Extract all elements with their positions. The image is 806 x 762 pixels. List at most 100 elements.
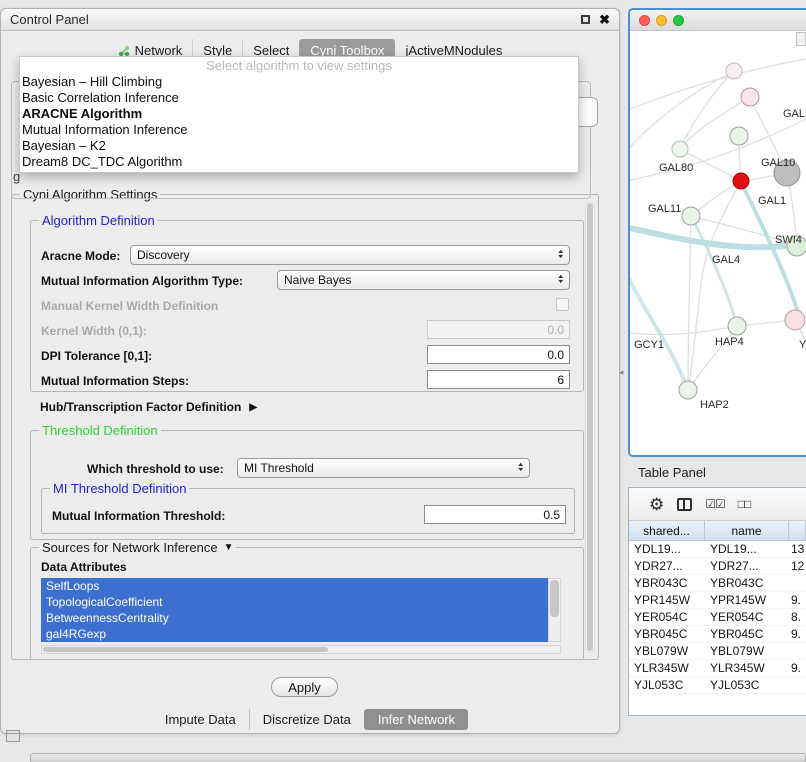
mi-threshold-field[interactable]: 0.5 — [424, 505, 566, 524]
table-row[interactable]: YBL079W YBL079W — [629, 643, 806, 660]
table-panel-title: Table Panel — [638, 465, 706, 480]
network-window-titlebar[interactable] — [630, 10, 806, 31]
mi-threshold-label: Mutual Information Threshold: — [52, 509, 225, 523]
node-label-gal10: GAL10 — [761, 157, 795, 169]
network-tab-icon — [118, 45, 130, 57]
data-attribute-item[interactable]: BetweennessCentrality — [41, 610, 548, 626]
network-canvas[interactable]: GAL GAL80 GAL10 GAL11 GAL1 SWI4 GAL4 GCY… — [630, 31, 806, 455]
bottom-panel-edge[interactable] — [30, 753, 806, 762]
combo-arrows-icon: ▲▼ — [558, 250, 563, 261]
table-toolbar: ⚙ ☑☑ □□ — [629, 488, 806, 521]
column-header-partial[interactable] — [789, 521, 806, 540]
threshold-definition-title: Threshold Definition — [39, 423, 161, 438]
zoom-traffic-light[interactable] — [673, 15, 684, 26]
node-label-hap2: HAP2 — [700, 399, 729, 411]
table-row[interactable]: YBR045C YBR045C 9. — [629, 626, 806, 643]
desktop: Control Panel ✖ Network Style Select Cyn… — [0, 0, 806, 762]
node-label-swi4: SWI4 — [775, 234, 802, 246]
apply-button[interactable]: Apply — [271, 677, 338, 697]
tab-impute-data[interactable]: Impute Data — [152, 709, 249, 730]
aracne-mode-label: Aracne Mode: — [41, 249, 120, 263]
close-traffic-light[interactable] — [639, 15, 650, 26]
attribute-list-vscrollbar[interactable] — [548, 578, 561, 642]
node-label-gal4: GAL4 — [712, 254, 740, 266]
network-node[interactable] — [728, 317, 746, 335]
network-node[interactable] — [741, 88, 759, 106]
kernel-width-label: Kernel Width (0,1): — [41, 324, 147, 338]
control-panel-window: Control Panel ✖ Network Style Select Cyn… — [0, 8, 620, 734]
node-label-partial: Y — [799, 339, 806, 351]
dropdown-placeholder: Select algorithm to view settings — [20, 57, 578, 74]
algorithm-definition-group: Algorithm Definition Aracne Mode: Discov… — [30, 220, 584, 392]
network-node[interactable] — [730, 127, 748, 145]
data-attributes-label: Data Attributes — [41, 560, 127, 574]
algorithm-option[interactable]: Bayesian – Hill Climbing — [20, 74, 578, 90]
aracne-mode-select[interactable]: Discovery ▲▼ — [130, 245, 570, 265]
column-header-name[interactable]: name — [705, 521, 789, 540]
algorithm-option[interactable]: Mutual Information Inference — [20, 122, 578, 138]
network-view-window: GAL GAL80 GAL10 GAL11 GAL1 SWI4 GAL4 GCY… — [628, 8, 806, 457]
select-all-checkboxes-icon[interactable]: ☑☑ — [705, 497, 725, 511]
algorithm-definition-title: Algorithm Definition — [39, 213, 158, 228]
collapsed-arrow-icon: ▶ — [249, 402, 257, 413]
splitter-collapse-icon[interactable]: ◂ — [619, 367, 624, 378]
dpi-tolerance-label: DPI Tolerance [0,1]: — [41, 349, 152, 363]
float-window-icon[interactable] — [581, 15, 590, 24]
mi-threshold-group-title: MI Threshold Definition — [50, 481, 189, 496]
expanded-arrow-icon: ▼ — [224, 542, 234, 553]
table-body: YDL19... YDL19... 13 YDR27... YDR27... 1… — [629, 541, 806, 694]
combo-arrows-icon: ▲▼ — [518, 463, 523, 474]
hub-definition-toggle[interactable]: Hub/Transcription Factor Definition ▶ — [40, 400, 257, 414]
threshold-definition-group: Threshold Definition Which threshold to … — [30, 430, 584, 540]
table-row[interactable]: YDR27... YDR27... 12 — [629, 558, 806, 575]
algorithm-option[interactable]: Basic Correlation Inference — [20, 90, 578, 106]
collapsed-panel-icon[interactable] — [6, 730, 20, 742]
kernel-width-field[interactable]: 0.0 — [427, 320, 570, 339]
network-node[interactable] — [785, 310, 805, 330]
data-attribute-item[interactable]: TopologicalCoefficient — [41, 594, 548, 610]
mi-steps-field[interactable]: 6 — [427, 370, 570, 389]
data-attribute-item[interactable]: SelfLoops — [41, 578, 548, 594]
manual-kernel-label: Manual Kernel Width Definition — [41, 299, 218, 313]
table-row[interactable]: YER054C YER054C 8. — [629, 609, 806, 626]
network-node-gal10[interactable] — [733, 173, 749, 189]
table-row[interactable]: YPR145W YPR145W 9. — [629, 592, 806, 609]
columns-icon[interactable] — [677, 498, 692, 511]
algorithm-option[interactable]: Dream8 DC_TDC Algorithm — [20, 154, 578, 170]
sources-group: Sources for Network Inference ▼ Data Att… — [30, 547, 584, 660]
algorithm-option[interactable]: Bayesian – K2 — [20, 138, 578, 154]
data-attribute-item[interactable]: gal4RGexp — [41, 626, 548, 642]
combo-arrows-icon: ▲▼ — [558, 275, 563, 286]
table-row[interactable]: YDL19... YDL19... 13 — [629, 541, 806, 558]
deselect-all-checkboxes-icon[interactable]: □□ — [738, 497, 751, 511]
minimize-traffic-light[interactable] — [656, 15, 667, 26]
manual-kernel-checkbox[interactable] — [556, 298, 569, 311]
algorithm-option[interactable]: ARACNE Algorithm — [20, 106, 578, 122]
canvas-scrollbar-corner[interactable] — [796, 32, 806, 46]
cyni-algorithm-settings-group: Cyni Algorithm Settings Algorithm Defini… — [11, 194, 599, 660]
node-label-gal1: GAL1 — [758, 195, 786, 207]
gear-icon[interactable]: ⚙ — [649, 496, 664, 513]
mi-type-select[interactable]: Naive Bayes ▲▼ — [277, 270, 570, 290]
settings-scrollbar[interactable] — [585, 201, 595, 653]
table-row[interactable]: YJL053C YJL053C — [629, 677, 806, 694]
dpi-tolerance-field[interactable]: 0.0 — [427, 345, 570, 364]
which-threshold-select[interactable]: MI Threshold ▲▼ — [237, 458, 530, 478]
tab-discretize-data[interactable]: Discretize Data — [249, 709, 364, 730]
tab-infer-network[interactable]: Infer Network — [364, 709, 468, 730]
control-panel-titlebar[interactable]: Control Panel ✖ — [1, 9, 619, 31]
sources-title-row[interactable]: Sources for Network Inference ▼ — [39, 540, 236, 555]
column-header-shared[interactable]: shared... — [629, 521, 705, 540]
network-node[interactable] — [672, 141, 688, 157]
network-node[interactable] — [682, 207, 700, 225]
data-attributes-list: SelfLoopsTopologicalCoefficientBetweenne… — [41, 578, 548, 642]
network-node-hap2[interactable] — [679, 381, 697, 399]
mi-threshold-group: MI Threshold Definition Mutual Informati… — [41, 488, 575, 534]
attribute-list-hscrollbar[interactable] — [41, 645, 561, 654]
table-row[interactable]: YBR043C YBR043C — [629, 575, 806, 592]
node-label-gal11: GAL11 — [648, 203, 681, 215]
table-row[interactable]: YLR345W YLR345W 9. — [629, 660, 806, 677]
close-icon[interactable]: ✖ — [599, 13, 610, 26]
network-node[interactable] — [726, 63, 742, 79]
network-graph[interactable]: GAL GAL80 GAL10 GAL11 GAL1 SWI4 GAL4 GCY… — [630, 31, 806, 455]
